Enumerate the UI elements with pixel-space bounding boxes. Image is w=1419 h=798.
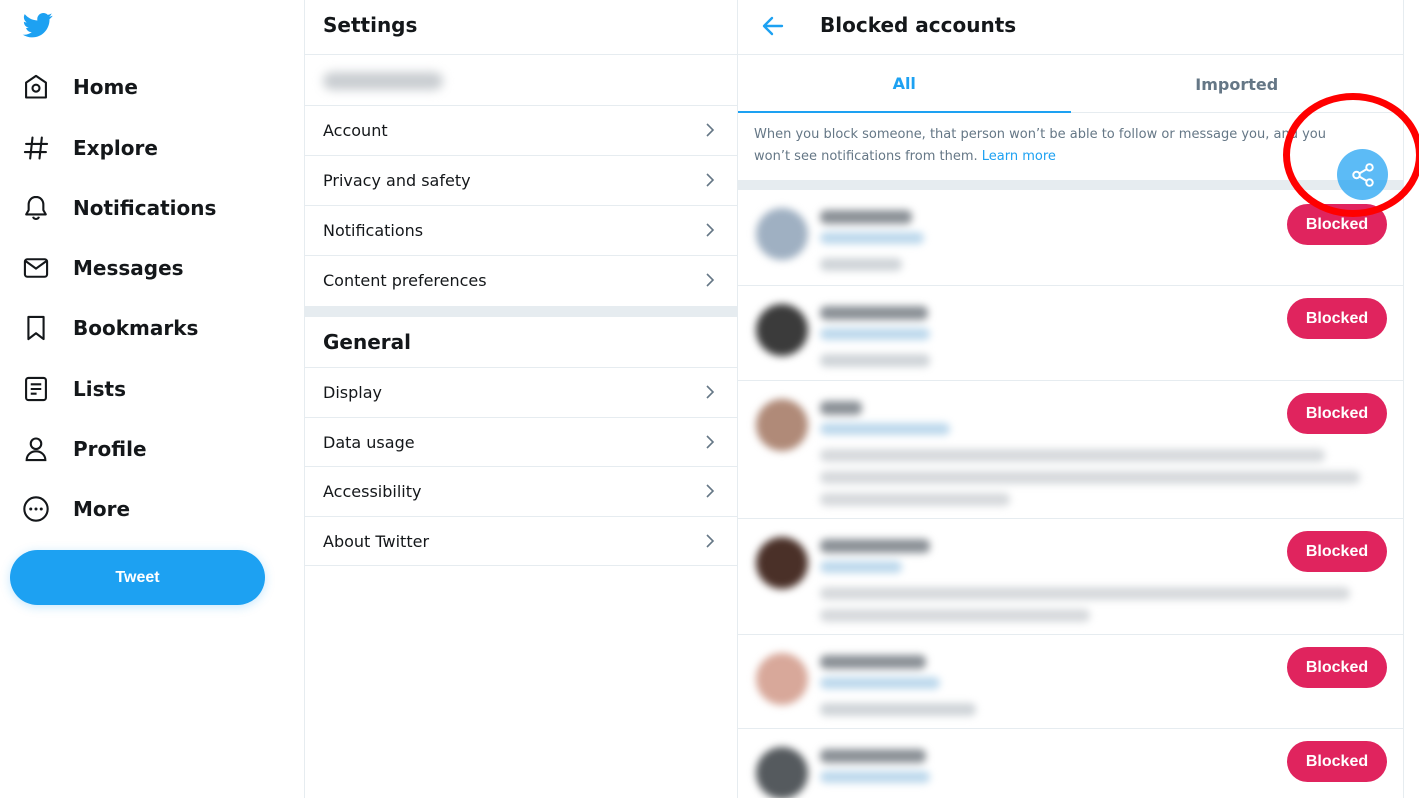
blocked-account-row[interactable]: Blocked	[738, 635, 1403, 729]
back-arrow-icon[interactable]	[760, 14, 786, 38]
chevron-right-icon	[706, 534, 715, 548]
divider	[305, 54, 737, 55]
avatar	[756, 304, 808, 356]
section-separator	[305, 306, 737, 317]
blurred-account-info	[748, 292, 1153, 374]
nav-more[interactable]: More	[22, 489, 130, 529]
settings-item-label: Notifications	[323, 221, 424, 240]
blurred-account-info	[748, 641, 1153, 722]
more-dots-icon	[23, 496, 49, 522]
settings-item-label: Accessibility	[323, 482, 422, 501]
nav-notifications[interactable]: Notifications	[22, 188, 216, 228]
nav-bookmarks[interactable]: Bookmarks	[22, 308, 198, 348]
nav-label: Lists	[73, 377, 126, 401]
left-navigation: Home Explore Notifications Messages Book…	[0, 0, 304, 798]
blocked-button[interactable]: Blocked	[1287, 647, 1387, 688]
chevron-right-icon	[706, 385, 715, 399]
chevron-right-icon	[706, 173, 715, 187]
nav-label: Profile	[73, 437, 147, 461]
block-info-text: When you block someone, that person won’…	[754, 124, 1364, 168]
settings-item-label: Privacy and safety	[323, 171, 471, 190]
nav-label: Explore	[73, 136, 158, 160]
nav-home[interactable]: Home	[22, 67, 138, 107]
blocked-account-row[interactable]: Blocked	[738, 190, 1403, 286]
avatar	[756, 747, 808, 798]
blocked-account-row[interactable]: Blocked	[738, 729, 1403, 798]
settings-item-about[interactable]: About Twitter	[305, 516, 737, 566]
blurred-username	[323, 72, 443, 90]
settings-item-display[interactable]: Display	[305, 367, 737, 417]
settings-item-label: Account	[323, 121, 388, 140]
bell-icon	[25, 195, 47, 220]
person-icon	[25, 437, 47, 462]
nav-label: Messages	[73, 256, 184, 280]
settings-item-label: About Twitter	[323, 531, 430, 551]
chevron-right-icon	[706, 273, 715, 287]
blocked-accounts-title: Blocked accounts	[820, 13, 1017, 37]
settings-item-privacy[interactable]: Privacy and safety	[305, 155, 737, 205]
tweet-button[interactable]: Tweet	[10, 550, 265, 605]
blocked-accounts-column: Blocked accounts All Imported When you b…	[738, 0, 1404, 798]
settings-title: Settings	[323, 13, 418, 37]
nav-label: More	[73, 497, 131, 521]
blocked-account-row[interactable]: Blocked	[738, 519, 1403, 635]
mail-icon	[23, 258, 49, 278]
blocked-button[interactable]: Blocked	[1287, 393, 1387, 434]
blocked-account-row[interactable]: Blocked	[738, 286, 1403, 381]
nav-label: Home	[73, 75, 138, 99]
nav-profile[interactable]: Profile	[22, 429, 147, 469]
share-button[interactable]	[1337, 149, 1388, 200]
list-icon	[25, 376, 47, 402]
blurred-account-info	[748, 735, 1153, 798]
section-separator	[738, 180, 1403, 190]
tab-imported[interactable]: Imported	[1071, 55, 1404, 113]
tab-all[interactable]: All	[738, 55, 1071, 113]
home-icon	[25, 74, 47, 99]
twitter-logo-icon[interactable]	[22, 10, 54, 40]
blurred-account-info	[748, 196, 1153, 279]
chevron-right-icon	[706, 435, 715, 449]
avatar	[756, 399, 808, 451]
blocked-tabs: All Imported	[738, 55, 1403, 113]
nav-messages[interactable]: Messages	[22, 248, 184, 288]
settings-item-label: Content preferences	[323, 271, 487, 290]
blocked-button[interactable]: Blocked	[1287, 531, 1387, 572]
nav-explore[interactable]: Explore	[22, 128, 158, 168]
settings-item-account[interactable]: Account	[305, 105, 737, 155]
chevron-right-icon	[706, 223, 715, 237]
bookmark-icon	[27, 315, 45, 341]
learn-more-link[interactable]: Learn more	[982, 149, 1056, 164]
blocked-account-row[interactable]: Blocked	[738, 381, 1403, 519]
nav-lists[interactable]: Lists	[22, 369, 126, 409]
nav-label: Notifications	[73, 196, 217, 220]
chevron-right-icon	[706, 484, 715, 498]
chevron-right-icon	[706, 123, 715, 137]
blocked-button[interactable]: Blocked	[1287, 741, 1387, 782]
nav-label: Bookmarks	[73, 316, 199, 340]
settings-column: Settings Account Privacy and safety Noti…	[304, 0, 738, 798]
hashtag-icon	[23, 136, 49, 160]
settings-item-notifications[interactable]: Notifications	[305, 205, 737, 255]
avatar	[756, 653, 808, 705]
settings-item-label: Data usage	[323, 433, 415, 452]
general-section-title: General	[323, 330, 411, 354]
avatar	[756, 208, 808, 260]
blurred-account-info	[748, 387, 1368, 512]
settings-item-label: Display	[323, 383, 382, 402]
blocked-button[interactable]: Blocked	[1287, 298, 1387, 339]
share-icon	[1351, 162, 1374, 187]
blurred-account-info	[748, 525, 1368, 628]
settings-item-accessibility[interactable]: Accessibility	[305, 466, 737, 516]
avatar	[756, 537, 808, 589]
settings-item-content-preferences[interactable]: Content preferences	[305, 255, 737, 305]
settings-item-data-usage[interactable]: Data usage	[305, 417, 737, 467]
blocked-button[interactable]: Blocked	[1287, 204, 1387, 245]
